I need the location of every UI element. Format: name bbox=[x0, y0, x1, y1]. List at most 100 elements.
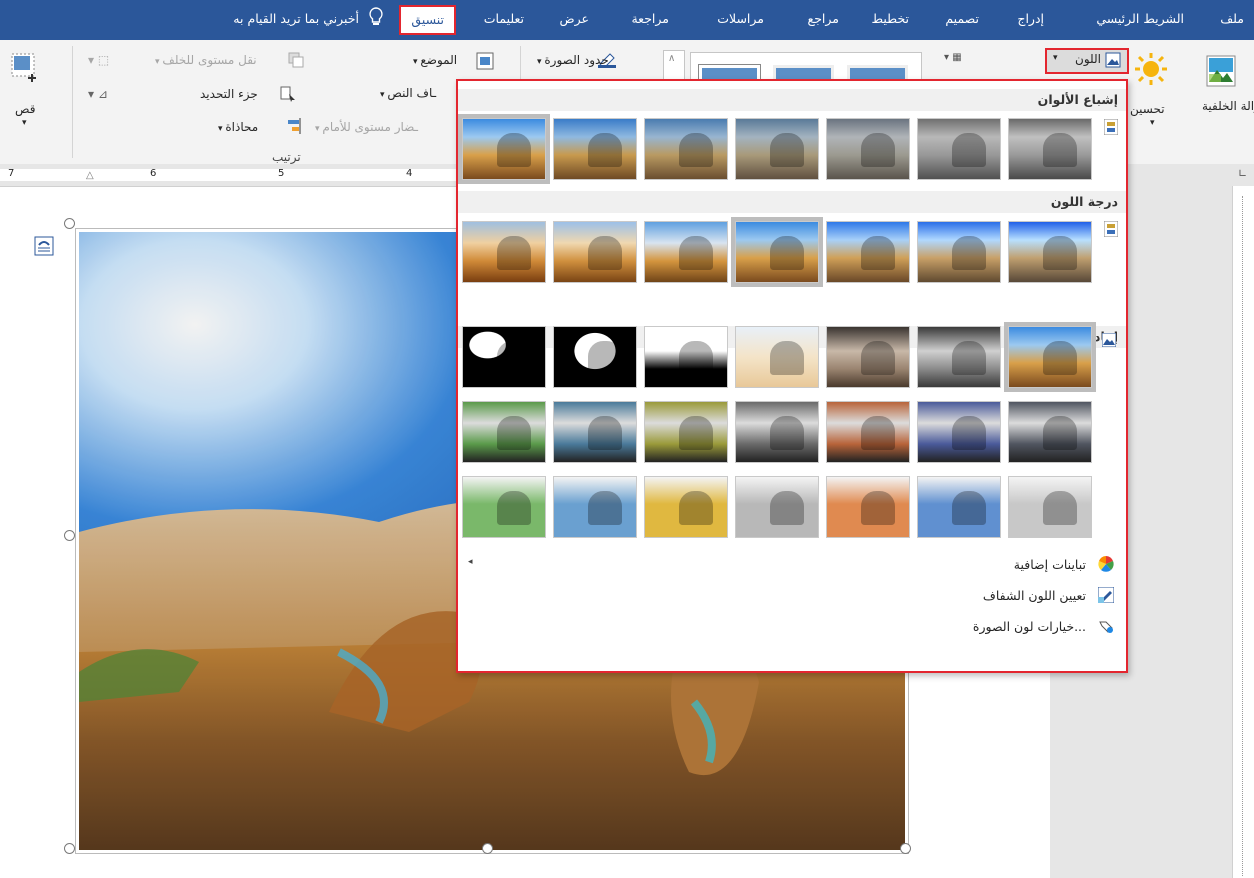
layout-options-icon[interactable] bbox=[34, 236, 54, 259]
recolor-preset[interactable] bbox=[462, 476, 546, 538]
recolor-preset[interactable] bbox=[462, 326, 546, 388]
tab-layout[interactable]: تخطيط bbox=[872, 8, 909, 30]
wrap-text-label[interactable]: ▾ ـاف النص bbox=[380, 86, 436, 100]
crop-label[interactable]: قص bbox=[15, 102, 35, 116]
resize-handle-bottom-right[interactable] bbox=[900, 843, 911, 854]
bring-forward-label[interactable]: ▾ ـضار مستوى للأمام bbox=[315, 120, 418, 134]
recolor-preset[interactable] bbox=[917, 401, 1001, 463]
lion-silhouette bbox=[497, 491, 531, 525]
lion-silhouette bbox=[497, 416, 531, 450]
separator bbox=[72, 46, 73, 158]
artistic-effects-icon[interactable]: ▾ ▦ bbox=[944, 52, 962, 63]
lion-silhouette bbox=[588, 416, 622, 450]
tone-preset[interactable] bbox=[553, 221, 637, 283]
position-icon[interactable] bbox=[476, 52, 494, 73]
rotate-icon[interactable]: ▾ ⊿ bbox=[88, 87, 108, 101]
color-button[interactable]: اللون ▾ bbox=[1045, 48, 1129, 74]
align-label[interactable]: ▾ محاذاة bbox=[218, 120, 258, 134]
corrections-label[interactable]: تحسين bbox=[1130, 102, 1165, 116]
tab-references[interactable]: مراجع bbox=[808, 8, 839, 30]
ruler-indent-marker[interactable]: △ bbox=[86, 170, 94, 181]
recolor-preset[interactable] bbox=[917, 326, 1001, 388]
more-variations-icon bbox=[1098, 556, 1114, 572]
tone-preset[interactable] bbox=[644, 221, 728, 283]
recolor-preset[interactable] bbox=[735, 476, 819, 538]
lion-silhouette bbox=[861, 236, 895, 270]
recolor-preset[interactable] bbox=[826, 326, 910, 388]
tone-preset[interactable] bbox=[1008, 221, 1092, 283]
color-dropdown-menu: إشباع الألوان درجة اللون إعادة تلوين ◂ ت… bbox=[456, 79, 1128, 673]
saturation-preset[interactable] bbox=[553, 118, 637, 180]
tab-insert[interactable]: إدراج bbox=[1017, 8, 1044, 30]
lion-silhouette bbox=[497, 236, 531, 270]
color-icon bbox=[1105, 52, 1121, 71]
saturation-preset[interactable] bbox=[1008, 118, 1092, 180]
saturation-preset[interactable] bbox=[917, 118, 1001, 180]
position-label[interactable]: ▾ الموضع bbox=[413, 53, 457, 67]
lion-silhouette bbox=[588, 491, 622, 525]
tab-help[interactable]: تعليمات bbox=[484, 8, 524, 30]
tab-design[interactable]: تصميم bbox=[945, 8, 979, 30]
recolor-preset[interactable] bbox=[553, 326, 637, 388]
recolor-preset[interactable] bbox=[644, 326, 728, 388]
tone-preset[interactable] bbox=[731, 217, 823, 287]
lion-silhouette bbox=[861, 491, 895, 525]
recolor-preset[interactable] bbox=[1008, 401, 1092, 463]
recolor-preset[interactable] bbox=[1008, 476, 1092, 538]
tab-file[interactable]: ملف bbox=[1220, 8, 1244, 30]
tab-stop-selector[interactable]: ∟ bbox=[1238, 167, 1247, 180]
recolor-preset[interactable] bbox=[917, 476, 1001, 538]
lion-silhouette bbox=[679, 491, 713, 525]
resize-handle-bottom-middle[interactable] bbox=[482, 843, 493, 854]
recolor-preset[interactable] bbox=[735, 401, 819, 463]
section-header-saturation: إشباع الألوان bbox=[458, 89, 1126, 111]
remove-background-label[interactable]: إزالة الخلفية bbox=[1202, 98, 1254, 115]
picture-color-options-icon bbox=[1098, 618, 1114, 634]
recolor-preset[interactable] bbox=[553, 401, 637, 463]
lion-silhouette bbox=[952, 236, 986, 270]
recolor-preset[interactable] bbox=[553, 476, 637, 538]
recolor-preset[interactable] bbox=[644, 476, 728, 538]
corrections-chevron-icon[interactable]: ▾ bbox=[1150, 118, 1155, 128]
lion-silhouette bbox=[770, 341, 804, 375]
selection-pane-icon bbox=[280, 86, 296, 105]
saturation-preset[interactable] bbox=[644, 118, 728, 180]
tab-review[interactable]: مراجعة bbox=[631, 8, 669, 30]
tone-preset[interactable] bbox=[462, 221, 546, 283]
lion-silhouette bbox=[861, 416, 895, 450]
remove-background-icon[interactable] bbox=[1205, 54, 1237, 91]
ruler-number: 7 bbox=[8, 168, 15, 179]
resize-handle-top-left[interactable] bbox=[64, 218, 75, 229]
recolor-preset[interactable] bbox=[826, 476, 910, 538]
set-transparent-color-item[interactable]: تعيين اللون الشفاف bbox=[983, 588, 1086, 603]
saturation-preset[interactable] bbox=[826, 118, 910, 180]
tell-me-search[interactable]: أخبرني بما تريد القيام به bbox=[233, 8, 359, 30]
recolor-preset[interactable] bbox=[735, 326, 819, 388]
recolor-preset[interactable] bbox=[826, 401, 910, 463]
picture-border-label[interactable]: ▾ حدود الصورة bbox=[537, 53, 609, 67]
resize-handle-middle-left[interactable] bbox=[64, 530, 75, 541]
tab-format[interactable]: تنسيق bbox=[399, 5, 456, 35]
lion-silhouette bbox=[588, 133, 622, 167]
tone-preset[interactable] bbox=[917, 221, 1001, 283]
more-variations-item[interactable]: تباينات إضافية bbox=[1014, 557, 1086, 572]
picture-color-options-item[interactable]: خيارات لون الصورة... bbox=[973, 619, 1086, 634]
tab-view[interactable]: عرض bbox=[560, 8, 589, 30]
resize-handle-bottom-left[interactable] bbox=[64, 843, 75, 854]
saturation-preset[interactable] bbox=[735, 118, 819, 180]
tab-mailings[interactable]: مراسلات bbox=[717, 8, 764, 30]
scroll-left-icon[interactable]: ◂ bbox=[468, 557, 473, 567]
recolor-preset[interactable] bbox=[1004, 322, 1096, 392]
lion-silhouette bbox=[497, 341, 531, 375]
corrections-sun-icon[interactable] bbox=[1134, 52, 1168, 89]
crop-icon[interactable] bbox=[10, 52, 40, 87]
saturation-preset[interactable] bbox=[458, 114, 550, 184]
recolor-preset[interactable] bbox=[462, 401, 546, 463]
group-icon[interactable]: ▾ ⬚ bbox=[88, 53, 109, 67]
crop-chevron-icon[interactable]: ▾ bbox=[22, 118, 27, 128]
send-backward-label[interactable]: ▾ نقل مستوى للخلف bbox=[155, 53, 257, 67]
tab-home[interactable]: الشريط الرئيسي bbox=[1096, 8, 1184, 30]
selection-pane-label[interactable]: جزء التحديد bbox=[200, 87, 258, 101]
recolor-preset[interactable] bbox=[644, 401, 728, 463]
tone-preset[interactable] bbox=[826, 221, 910, 283]
